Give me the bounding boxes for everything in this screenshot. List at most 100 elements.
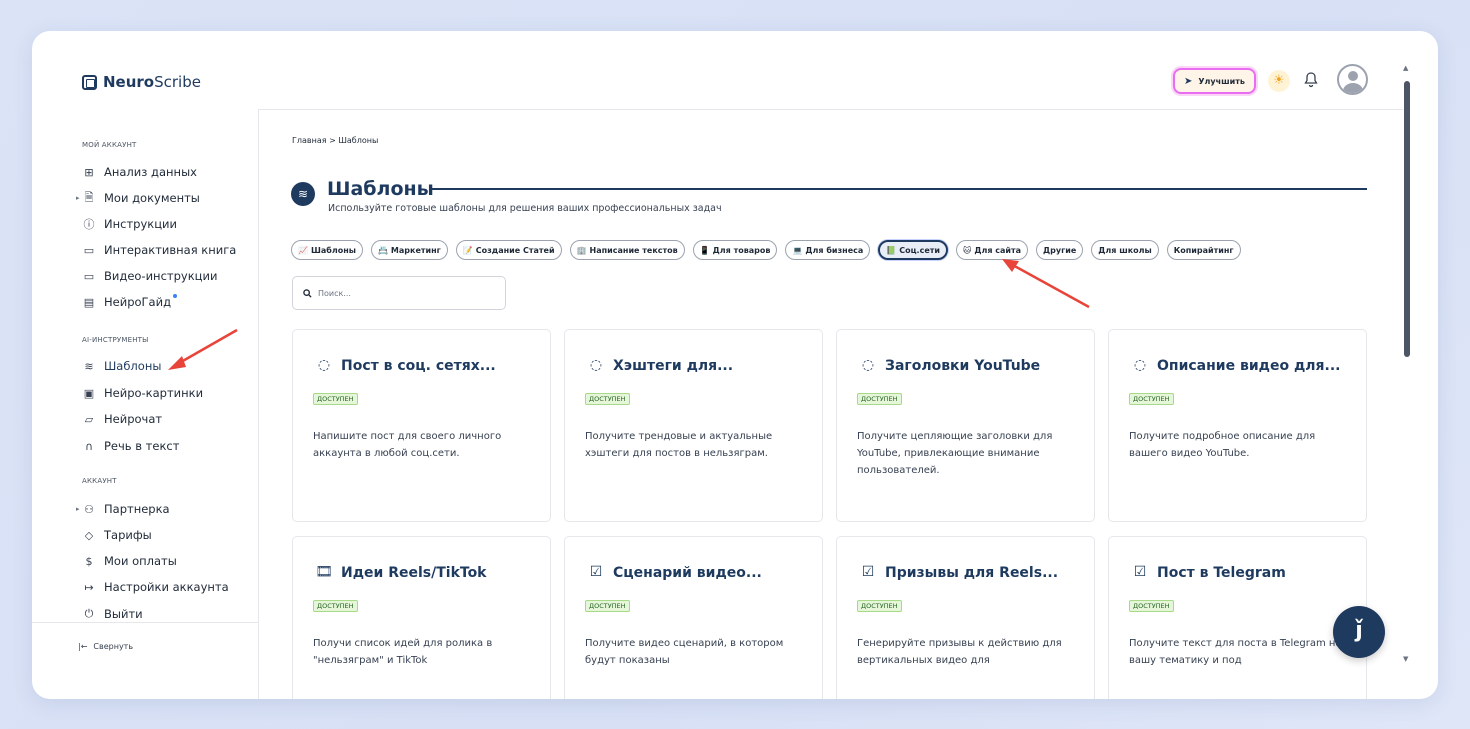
- filter-copywriting[interactable]: Копирайтинг: [1166, 240, 1241, 260]
- loading-icon: ◌: [317, 357, 331, 373]
- sidebar-divider: [32, 622, 259, 623]
- template-card[interactable]: ☑ Пост в Telegram ДОСТУПЕН Получите текст…: [1108, 536, 1367, 699]
- collapse-button[interactable]: |← Свернуть: [78, 642, 133, 651]
- sidebar-item-tariffs[interactable]: ◇ Тарифы: [82, 527, 152, 543]
- filter-products[interactable]: 📱 Для товаров: [692, 240, 778, 260]
- sidebar-item-label: Выйти: [104, 607, 143, 621]
- card-description: Получите трендовые и актуальные хэштеги …: [585, 431, 773, 459]
- filter-social[interactable]: 📗 Соц.сети: [878, 240, 948, 260]
- checkbox-icon: ☑: [861, 564, 875, 580]
- sidebar-item-label: Видео-инструкции: [104, 269, 218, 283]
- sidebar-item-my-documents[interactable]: ▸ 🗎 Мои документы: [76, 190, 200, 206]
- filter-business[interactable]: 💻 Для бизнеса: [785, 240, 871, 260]
- page-title: Шаблоны: [327, 178, 434, 200]
- sidebar-item-logout[interactable]: ⏻ Выйти: [82, 606, 143, 622]
- bell-icon[interactable]: [1304, 72, 1318, 92]
- search-input[interactable]: Поиск...: [292, 276, 506, 310]
- chat-widget-button[interactable]: ǰ: [1333, 606, 1385, 658]
- template-card[interactable]: ◌ Пост в соц. сетях... ДОСТУПЕН Напишите …: [292, 329, 551, 522]
- sidebar-item-partners[interactable]: ▸ ⚇ Партнерка: [76, 501, 170, 517]
- help-icon: ⓘ: [83, 218, 95, 231]
- sidebar-item-data-analysis[interactable]: ⊞ Анализ данных: [82, 164, 197, 180]
- sidebar-item-neuro-images[interactable]: ▣ Нейро-картинки: [82, 385, 203, 401]
- page-subtitle: Используйте готовые шаблоны для решения …: [328, 203, 722, 214]
- card-description: Получите видео сценарий, в котором будут…: [585, 638, 784, 666]
- sidebar-item-label: Нейрочат: [104, 412, 163, 426]
- card-title: Пост в Telegram: [1157, 565, 1286, 581]
- sidebar-item-label: Настройки аккаунта: [104, 580, 229, 594]
- search-icon: [303, 288, 312, 298]
- template-card[interactable]: ☑ Сценарий видео... ДОСТУПЕН Получите вид…: [564, 536, 823, 699]
- template-card[interactable]: ☑ Призывы для Reels... ДОСТУПЕН Генерируй…: [836, 536, 1095, 699]
- app-logo[interactable]: NeuroScribe: [82, 73, 201, 91]
- template-card[interactable]: ◌ Заголовки YouTube ДОСТУПЕН Получите цеп…: [836, 329, 1095, 522]
- sidebar-item-templates[interactable]: ≋ Шаблоны: [82, 358, 161, 374]
- app-window: NeuroScribe ➤ Улучшить ☀ МОЙ АККАУНТ ⊞ Ан…: [32, 31, 1438, 699]
- sidebar-item-interactive-book[interactable]: ▭ Интерактивная книга: [82, 242, 237, 258]
- user-avatar[interactable]: [1337, 64, 1368, 95]
- status-badge: ДОСТУПЕН: [1129, 600, 1174, 612]
- card-description: Напишите пост для своего личного аккаунт…: [313, 431, 502, 459]
- filter-label: Маркетинг: [390, 245, 441, 255]
- logo-light-text: Scribe: [154, 73, 201, 91]
- category-filters: 📈 Шаблоны 📇 Маркетинг 📝 Создание Статей 🏢 На…: [291, 240, 1241, 260]
- loading-icon: ◌: [861, 357, 875, 373]
- filter-articles[interactable]: 📝 Создание Статей: [455, 240, 562, 260]
- filter-templates[interactable]: 📈 Шаблоны: [291, 240, 363, 260]
- caret-right-icon: ▸: [76, 194, 80, 202]
- logo-icon: [82, 74, 97, 90]
- breadcrumb[interactable]: Главная > Шаблоны: [292, 136, 378, 145]
- filter-label: Копирайтинг: [1173, 245, 1234, 255]
- sidebar-item-video-instructions[interactable]: ▭ Видео-инструкции: [82, 268, 218, 284]
- video-icon: ▭: [83, 269, 95, 283]
- sidebar-item-instructions[interactable]: ⓘ Инструкции: [82, 216, 177, 232]
- tag-icon: ◇: [84, 528, 94, 542]
- template-card[interactable]: 🎞 Идеи Reels/TikTok ДОСТУПЕН Получи списо…: [292, 536, 551, 699]
- filter-label: Создание Статей: [475, 245, 555, 255]
- card-title: Сценарий видео...: [613, 565, 762, 581]
- scroll-up-icon[interactable]: ▲: [1403, 64, 1408, 72]
- scroll-down-icon[interactable]: ▼: [1403, 655, 1408, 663]
- sidebar-item-neurochat[interactable]: ▱ Нейрочат: [82, 411, 162, 427]
- status-badge: ДОСТУПЕН: [313, 600, 358, 612]
- sidebar-item-label: НейроГайд: [104, 295, 172, 309]
- headphones-icon: ∩: [84, 439, 94, 453]
- card-description: Получите подробное описание для вашего в…: [1129, 431, 1316, 459]
- grid-icon: ⊞: [84, 165, 94, 179]
- memo-icon: 📝: [462, 245, 473, 255]
- power-icon: ⏻: [84, 607, 94, 620]
- card-title: Хэштеги для...: [613, 358, 734, 374]
- filter-label: Для школы: [1098, 245, 1152, 255]
- template-card[interactable]: ◌ Описание видео для... ДОСТУПЕН Получите…: [1108, 329, 1367, 522]
- header-divider: [259, 109, 1403, 110]
- collapse-icon: |←: [78, 642, 88, 651]
- sidebar-item-label: Инструкции: [104, 217, 177, 231]
- filter-label: Шаблоны: [310, 245, 356, 255]
- card-description: Получите текст для поста в Telegram на в…: [1129, 638, 1342, 666]
- chat-icon: ▱: [84, 412, 94, 426]
- filter-marketing[interactable]: 📇 Маркетинг: [370, 240, 448, 260]
- sidebar-item-account-settings[interactable]: ↦ Настройки аккаунта: [82, 579, 229, 595]
- laptop-icon: 💻: [792, 245, 803, 255]
- template-card[interactable]: ◌ Хэштеги для... ДОСТУПЕН Получите трендо…: [564, 329, 823, 522]
- layers-icon: ≋: [291, 182, 315, 206]
- card-title: Идеи Reels/TikTok: [341, 565, 487, 581]
- scrollbar-thumb[interactable]: [1404, 81, 1410, 357]
- upgrade-button[interactable]: ➤ Улучшить: [1173, 68, 1256, 94]
- filter-school[interactable]: Для школы: [1091, 240, 1159, 260]
- sidebar-item-neuroguide[interactable]: ▤ НейроГайд: [82, 294, 178, 310]
- book-icon: ▭: [83, 243, 95, 257]
- filter-writing[interactable]: 🏢 Написание текстов: [569, 240, 685, 260]
- sidebar-item-speech-to-text[interactable]: ∩ Речь в текст: [82, 438, 179, 454]
- filter-label: Для товаров: [712, 245, 771, 255]
- sidebar-item-payments[interactable]: $ Мои оплаты: [82, 553, 177, 569]
- green-book-icon: 📗: [886, 245, 897, 255]
- filter-label: Для бизнеса: [805, 245, 864, 255]
- sun-icon[interactable]: ☀: [1268, 70, 1290, 92]
- title-divider: [429, 188, 1367, 190]
- card-title: Пост в соц. сетях...: [341, 358, 496, 374]
- filter-label: Написание текстов: [589, 245, 678, 255]
- loading-icon: ◌: [1133, 357, 1147, 373]
- card-description: Получи список идей для ролика в "нельзяг…: [313, 638, 493, 666]
- card-index-icon: 📇: [377, 245, 388, 255]
